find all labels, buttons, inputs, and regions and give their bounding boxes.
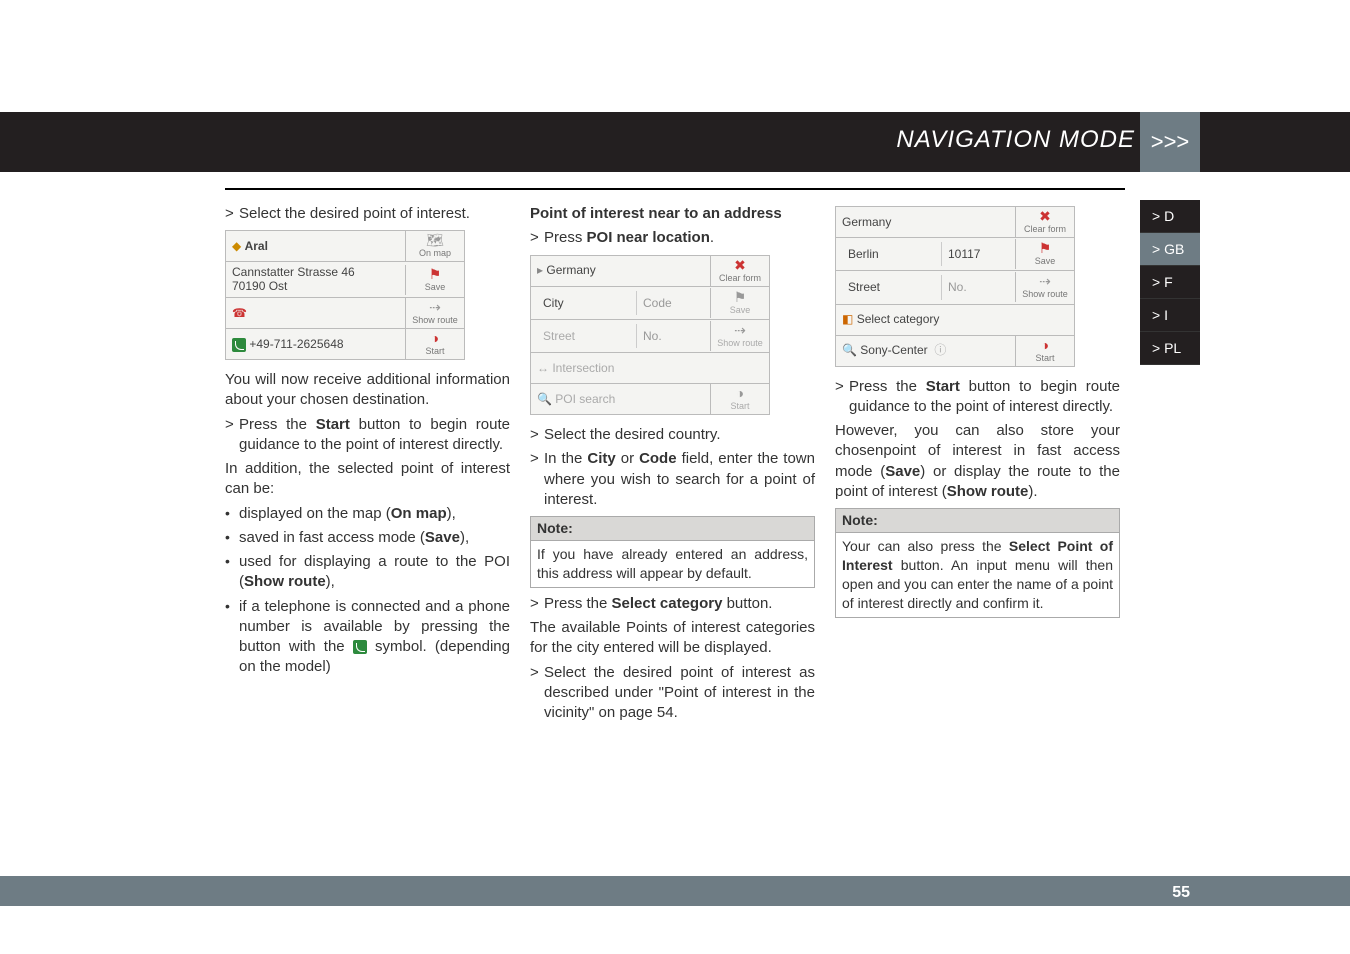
para-in-addition: In addition, the selected point of inter… — [225, 459, 510, 500]
step-select-category: > Press the Select category button. — [530, 594, 815, 614]
footer-stripe — [0, 876, 1350, 906]
step-press-poi-near-location: > Press POI near location. — [530, 228, 815, 248]
step-start-route-2: > Press the Start button to begin route … — [835, 377, 1120, 418]
field-no-disabled: No. — [941, 275, 1009, 299]
field-street-disabled: Street — [537, 324, 636, 348]
device-address-form-empty: ▸ Germany ✖Clear form City Code ⚑Save St… — [530, 255, 770, 416]
column-2: Point of interest near to an address > P… — [530, 200, 815, 727]
tab-f[interactable]: > F — [1140, 266, 1200, 299]
step-enter-city: > In the City or Code field, enter the t… — [530, 449, 815, 510]
save-icon[interactable]: ⚑ — [1018, 241, 1072, 255]
start-icon-disabled: ◑ — [713, 386, 767, 400]
bullet-save: • saved in fast access mode (Save), — [225, 528, 510, 548]
poi-address-line2: 70190 Ost — [232, 279, 287, 293]
field-zip-filled[interactable]: 10117 — [941, 242, 1009, 266]
tab-i[interactable]: > I — [1140, 299, 1200, 332]
note-label: Note: — [835, 508, 1120, 532]
route-icon[interactable]: ⇢ — [408, 300, 462, 314]
language-tabs: > D > GB > F > I > PL — [1140, 200, 1200, 365]
step-select-country: > Select the desired country. — [530, 425, 815, 445]
tab-gb[interactable]: > GB — [1140, 233, 1200, 266]
field-select-category[interactable]: ◧ Select category — [836, 307, 1016, 331]
clear-icon[interactable]: ✖ — [1018, 209, 1072, 223]
start-icon[interactable]: ◑ — [1018, 338, 1072, 352]
note-box-select-poi: Note: Your can also press the Select Poi… — [835, 508, 1120, 617]
route-icon[interactable]: ⇢ — [1018, 274, 1072, 288]
save-icon[interactable]: ⚑ — [408, 267, 462, 281]
field-poi-result[interactable]: 🔍 Sony-Center ⓘ — [836, 338, 1015, 362]
page-number: 55 — [1172, 884, 1190, 902]
clear-icon[interactable]: ✖ — [713, 258, 767, 272]
poi-phone: +49-711-2625648 — [249, 337, 343, 351]
page-title: NAVIGATION MODE — [896, 126, 1135, 154]
field-intersection-disabled: ↔ Intersection — [531, 356, 711, 380]
subheading-poi-near-address: Point of interest near to an address — [530, 204, 815, 224]
poi-address-line1: Cannstatter Strasse 46 — [232, 265, 355, 279]
para-however: However, you can also store your chosenp… — [835, 421, 1120, 502]
phone-icon-inline — [353, 640, 367, 654]
column-1: > Select the desired point of interest. … — [225, 200, 510, 727]
field-country-filled[interactable]: Germany — [836, 210, 1015, 234]
bullet-phone: • if a telephone is connected and a phon… — [225, 597, 510, 678]
field-country[interactable]: Germany — [546, 263, 595, 277]
para-receive-info: You will now receive additional informat… — [225, 370, 510, 411]
page: NAVIGATION MODE >>> > D > GB > F > I > P… — [0, 0, 1350, 954]
field-city-filled[interactable]: Berlin — [842, 242, 941, 266]
column-3: Germany ✖Clear form Berlin 10117 ⚑Save S… — [835, 200, 1120, 727]
tab-pl[interactable]: > PL — [1140, 332, 1200, 365]
field-no-disabled: No. — [636, 324, 704, 348]
note-body: Your can also press the Select Point of … — [835, 532, 1120, 618]
field-code[interactable]: Code — [636, 291, 704, 315]
step-select-poi: > Select the desired point of interest. — [225, 204, 510, 224]
poi-name: Aral — [245, 239, 268, 253]
call-icon[interactable]: ☎ — [232, 306, 247, 320]
top-rule — [225, 188, 1125, 190]
step-start-route: > Press the Start button to begin route … — [225, 415, 510, 456]
para-categories-displayed: The available Points of interest categor… — [530, 618, 815, 659]
note-box-address-default: Note: If you have already entered an add… — [530, 516, 815, 588]
device-poi-detail: ◆ Aral 🗺On map Cannstatter Strasse 46 70… — [225, 230, 465, 360]
header-chevrons: >>> — [1140, 112, 1200, 172]
note-body: If you have already entered an address, … — [530, 540, 815, 588]
step-select-poi-described: > Select the desired point of interest a… — [530, 663, 815, 724]
note-label: Note: — [530, 516, 815, 540]
save-icon-disabled: ⚑ — [713, 290, 767, 304]
tab-d[interactable]: > D — [1140, 200, 1200, 233]
field-street[interactable]: Street — [842, 275, 941, 299]
bullet-on-map: • displayed on the map (On map), — [225, 504, 510, 524]
route-icon-disabled: ⇢ — [713, 323, 767, 337]
device-address-form-filled: Germany ✖Clear form Berlin 10117 ⚑Save S… — [835, 206, 1075, 367]
map-icon[interactable]: 🗺 — [408, 233, 462, 247]
bullet-show-route: • used for displaying a route to the POI… — [225, 552, 510, 593]
phone-icon[interactable] — [232, 338, 246, 352]
field-poi-search-disabled: 🔍 POI search — [531, 387, 710, 411]
columns: > Select the desired point of interest. … — [225, 200, 1120, 727]
start-icon[interactable]: ◑ — [408, 331, 462, 345]
field-city[interactable]: City — [537, 291, 636, 315]
